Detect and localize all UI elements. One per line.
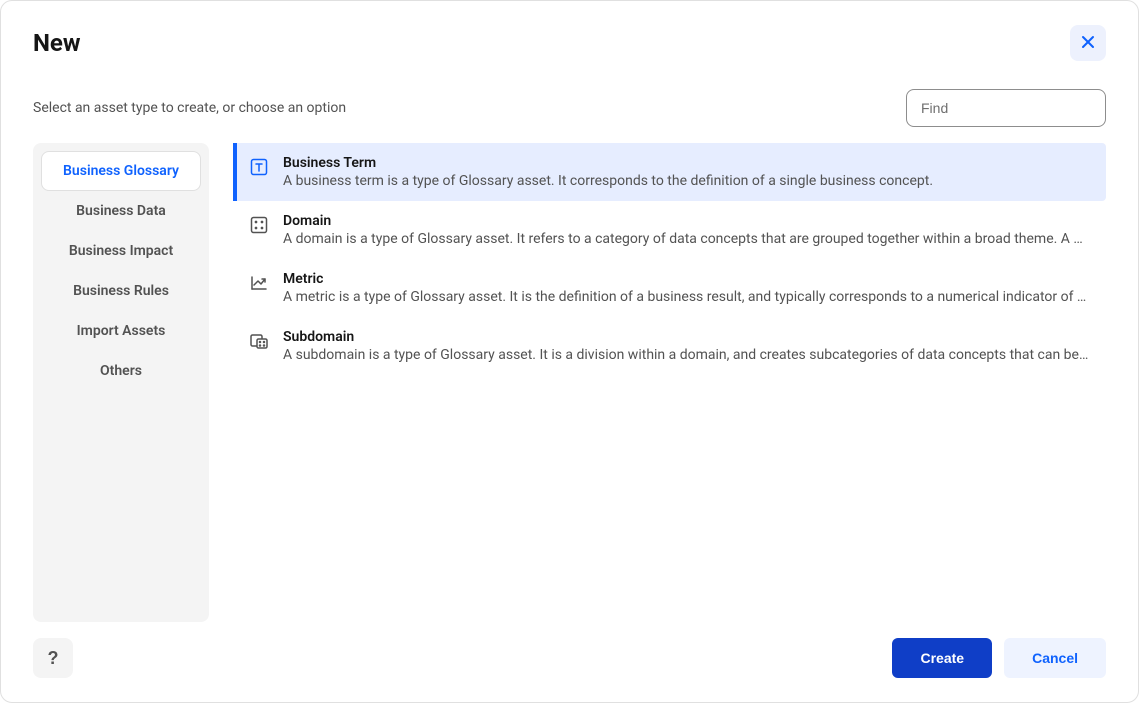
asset-text: Domain A domain is a type of Glossary as… <box>283 213 1090 247</box>
sidebar-item-business-glossary[interactable]: Business Glossary <box>41 151 201 191</box>
subheader: Select an asset type to create, or choos… <box>33 89 1106 127</box>
asset-row-subdomain[interactable]: Subdomain A subdomain is a type of Gloss… <box>233 317 1106 375</box>
dialog-content: Business Glossary Business Data Business… <box>33 143 1106 622</box>
asset-description: A subdomain is a type of Glossary asset.… <box>283 347 1090 363</box>
asset-title: Domain <box>283 213 1090 229</box>
sidebar-item-business-data[interactable]: Business Data <box>41 191 201 231</box>
asset-row-metric[interactable]: Metric A metric is a type of Glossary as… <box>233 259 1106 317</box>
sidebar-item-import-assets[interactable]: Import Assets <box>41 311 201 351</box>
help-button[interactable]: ? <box>33 638 73 678</box>
sidebar-item-label: Business Rules <box>73 283 169 299</box>
sidebar-item-label: Import Assets <box>77 323 166 339</box>
subdomain-icon <box>249 331 269 351</box>
new-asset-dialog: New Select an asset type to create, or c… <box>1 1 1138 702</box>
dialog-header: New <box>33 25 1106 61</box>
sidebar-item-label: Others <box>100 363 142 379</box>
close-button[interactable] <box>1070 25 1106 61</box>
create-button[interactable]: Create <box>892 638 992 678</box>
sidebar-item-label: Business Data <box>76 203 166 219</box>
dialog-subtitle: Select an asset type to create, or choos… <box>33 100 346 116</box>
close-icon <box>1080 34 1096 53</box>
asset-list: Business Term A business term is a type … <box>233 143 1106 622</box>
sidebar-item-business-impact[interactable]: Business Impact <box>41 231 201 271</box>
cancel-button[interactable]: Cancel <box>1004 638 1106 678</box>
sidebar-item-label: Business Glossary <box>63 163 179 179</box>
find-input[interactable] <box>906 89 1106 127</box>
dialog-title: New <box>33 29 81 57</box>
domain-icon <box>249 215 269 235</box>
sidebar: Business Glossary Business Data Business… <box>33 143 209 622</box>
asset-text: Metric A metric is a type of Glossary as… <box>283 271 1090 305</box>
asset-row-business-term[interactable]: Business Term A business term is a type … <box>233 143 1106 201</box>
asset-text: Subdomain A subdomain is a type of Gloss… <box>283 329 1090 363</box>
footer-actions: Create Cancel <box>892 638 1106 678</box>
asset-description: A business term is a type of Glossary as… <box>283 173 1090 189</box>
asset-title: Business Term <box>283 155 1090 171</box>
metric-icon <box>249 273 269 293</box>
asset-row-domain[interactable]: Domain A domain is a type of Glossary as… <box>233 201 1106 259</box>
sidebar-item-business-rules[interactable]: Business Rules <box>41 271 201 311</box>
sidebar-item-others[interactable]: Others <box>41 351 201 391</box>
dialog-footer: ? Create Cancel <box>33 638 1106 678</box>
asset-title: Subdomain <box>283 329 1090 345</box>
asset-text: Business Term A business term is a type … <box>283 155 1090 189</box>
sidebar-item-label: Business Impact <box>69 243 173 259</box>
asset-description: A metric is a type of Glossary asset. It… <box>283 289 1090 305</box>
help-icon: ? <box>48 648 59 668</box>
term-icon <box>249 157 269 177</box>
asset-description: A domain is a type of Glossary asset. It… <box>283 231 1090 247</box>
asset-title: Metric <box>283 271 1090 287</box>
